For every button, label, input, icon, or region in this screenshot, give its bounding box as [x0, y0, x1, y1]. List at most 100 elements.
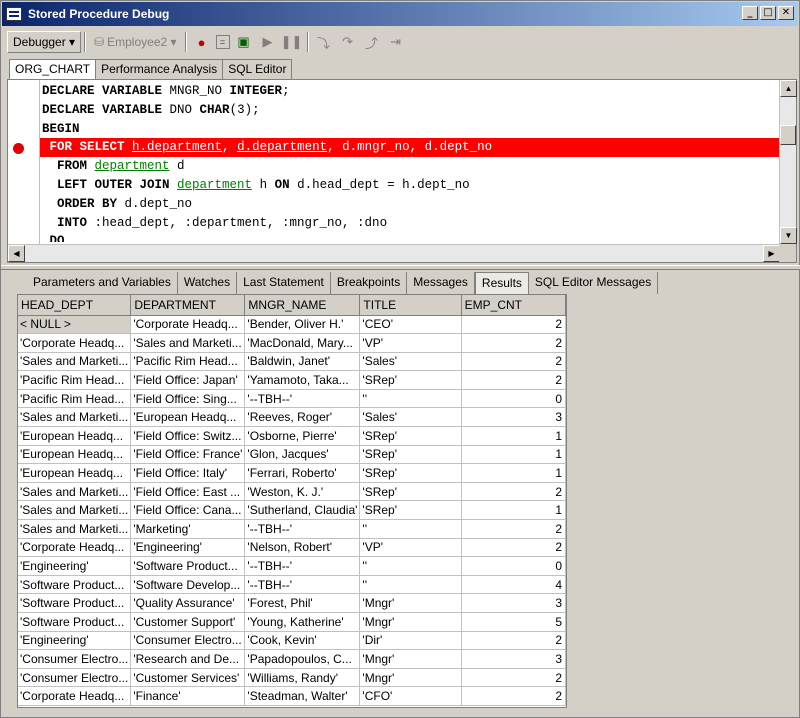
table-cell[interactable]: 'Field Office: East ...	[130, 482, 246, 502]
scroll-thumb[interactable]	[780, 125, 796, 145]
table-cell[interactable]: 'Nelson, Robert'	[244, 538, 361, 558]
table-row[interactable]: 'Pacific Rim Head... 'Field Office: Sing.…	[18, 389, 566, 409]
vertical-scrollbar[interactable]: ▲ ▼	[779, 80, 797, 244]
table-cell[interactable]: 'VP'	[359, 333, 462, 353]
column-header-title[interactable]: TITLE	[359, 295, 462, 316]
current-code-line[interactable]: FOR SELECT h.department, d.department, d…	[40, 138, 780, 158]
table-cell[interactable]: 2	[461, 333, 566, 353]
table-cell[interactable]: '--TBH--'	[244, 575, 361, 595]
table-cell[interactable]: 1	[461, 445, 566, 465]
table-cell[interactable]: 'Ferrari, Roberto'	[244, 463, 361, 483]
code-line[interactable]: DO	[40, 232, 780, 242]
table-row[interactable]: 'Sales and Marketi... 'Marketing' '--TBH--…	[18, 519, 566, 539]
tab-parameters-and-variables[interactable]: Parameters and Variables	[27, 272, 178, 294]
table-cell[interactable]: 'Sales and Marketi...	[18, 519, 132, 539]
table-cell[interactable]: 'SRep'	[359, 445, 462, 465]
table-row[interactable]: 'Software Product... 'Customer Support' 'Y…	[18, 612, 566, 632]
tab-results[interactable]: Results	[474, 272, 529, 294]
table-cell[interactable]: 'SRep'	[359, 482, 462, 502]
table-cell[interactable]: 'Corporate Headq...	[18, 538, 132, 558]
pane-splitter[interactable]	[1, 265, 800, 270]
scroll-down-icon[interactable]: ▼	[780, 227, 797, 244]
code-editor[interactable]: DECLARE VARIABLE MNGR_NO INTEGER; DECLARE…	[7, 79, 797, 263]
table-cell[interactable]: 'Engineering'	[18, 631, 132, 651]
step-into-icon[interactable]: ⤵	[314, 32, 334, 52]
run-icon[interactable]: ▶	[258, 32, 278, 52]
tab-sql-editor[interactable]: SQL Editor	[222, 59, 293, 79]
table-cell[interactable]: 'Pacific Rim Head...	[18, 370, 132, 390]
code-line[interactable]: BEGIN	[40, 120, 780, 139]
table-cell[interactable]: 'SRep'	[359, 500, 462, 521]
table-cell[interactable]: 'Sutherland, Claudia'	[244, 500, 361, 521]
table-cell[interactable]: 'European Headq...	[130, 407, 246, 428]
table-cell[interactable]: 'Pacific Rim Head...	[130, 352, 246, 372]
table-cell[interactable]: 'Corporate Headq...	[130, 315, 246, 335]
step-out-icon[interactable]: ⤴	[362, 32, 382, 52]
tab-sql-editor-messages[interactable]: SQL Editor Messages	[529, 272, 659, 294]
table-row[interactable]: 'Corporate Headq... 'Sales and Marketi...…	[18, 333, 566, 353]
code-line[interactable]: FROM department d	[40, 157, 780, 176]
column-header-emp-cnt[interactable]: EMP_CNT	[461, 295, 566, 316]
tab-last-statement[interactable]: Last Statement	[237, 272, 331, 294]
table-cell[interactable]: 'Research and De...	[130, 649, 246, 669]
table-row[interactable]: 'Corporate Headq... 'Finance' 'Steadman, W…	[18, 686, 566, 706]
pause-icon[interactable]: ❚❚	[281, 32, 303, 52]
table-cell[interactable]: 'Sales'	[359, 352, 462, 372]
table-cell[interactable]: 'Customer Support'	[130, 612, 246, 632]
table-cell[interactable]: 5	[461, 612, 566, 632]
table-cell[interactable]: 2	[461, 686, 566, 706]
code-line[interactable]: DECLARE VARIABLE DNO CHAR(3);	[40, 101, 780, 120]
table-cell[interactable]: 'Papadopoulos, C...	[244, 649, 361, 669]
table-cell[interactable]: 0	[461, 556, 566, 576]
table-row[interactable]: 'Software Product... 'Software Develop...…	[18, 575, 566, 595]
run-to-cursor-icon[interactable]: ▣	[234, 32, 254, 52]
table-cell[interactable]: 'Reeves, Roger'	[244, 407, 361, 428]
table-cell[interactable]: 'Dir'	[359, 631, 462, 651]
table-cell[interactable]: 'Corporate Headq...	[18, 333, 132, 353]
table-cell[interactable]: 1	[461, 463, 566, 483]
table-cell[interactable]: 'Software Develop...	[130, 575, 246, 595]
table-cell[interactable]: 'Engineering'	[18, 556, 132, 576]
table-row[interactable]: 'Consumer Electro... 'Customer Services' '…	[18, 668, 566, 688]
table-cell[interactable]: 'Software Product...	[18, 575, 132, 595]
table-cell[interactable]: 'Corporate Headq...	[18, 686, 132, 706]
table-cell[interactable]: 'SRep'	[359, 370, 462, 390]
table-cell[interactable]: 'Cook, Kevin'	[244, 631, 361, 651]
table-cell[interactable]: 'Pacific Rim Head...	[18, 389, 132, 409]
breakpoint-icon[interactable]	[13, 143, 24, 154]
table-cell[interactable]: 0	[461, 389, 566, 409]
table-cell[interactable]: ''	[359, 575, 462, 595]
horizontal-scrollbar[interactable]: ◀ ▶	[8, 244, 780, 262]
table-row[interactable]: 'European Headq... 'Field Office: Switz..…	[18, 426, 566, 446]
table-cell[interactable]: 'Software Product...	[130, 556, 246, 576]
table-cell[interactable]: 'Field Office: Japan'	[130, 370, 246, 390]
close-button[interactable]: ✕	[778, 6, 794, 20]
table-cell[interactable]: 'SRep'	[359, 463, 462, 483]
table-cell[interactable]: 'Field Office: Italy'	[130, 463, 246, 483]
scroll-left-icon[interactable]: ◀	[8, 245, 25, 262]
table-cell[interactable]: 1	[461, 500, 566, 521]
table-cell[interactable]: 'Field Office: Switz...	[130, 426, 246, 446]
table-cell[interactable]: 'Baldwin, Janet'	[244, 352, 361, 372]
results-grid[interactable]: HEAD_DEPT DEPARTMENT MNGR_NAME TITLE EMP_CNT…	[17, 294, 567, 708]
table-row[interactable]: 'Sales and Marketi... 'Field Office: East…	[18, 482, 566, 502]
table-cell[interactable]: 'Field Office: Cana...	[130, 500, 246, 521]
table-cell[interactable]: 3	[461, 407, 566, 428]
step-over-icon[interactable]: ↷	[338, 32, 358, 52]
table-cell[interactable]: 2	[461, 352, 566, 372]
table-cell[interactable]: 'Sales and Marketi...	[18, 500, 132, 521]
table-cell[interactable]: 'Finance'	[130, 686, 246, 706]
table-cell[interactable]: 'Field Office: France'	[130, 445, 246, 465]
table-cell[interactable]: 'CEO'	[359, 315, 462, 335]
table-row[interactable]: 'Sales and Marketi... 'Field Office: Cana…	[18, 500, 566, 521]
table-cell[interactable]: 2	[461, 519, 566, 539]
table-cell[interactable]: 'Consumer Electro...	[18, 668, 132, 688]
table-cell[interactable]: 'European Headq...	[18, 445, 132, 465]
table-cell[interactable]: '--TBH--'	[244, 519, 361, 539]
table-cell[interactable]: '--TBH--'	[244, 556, 361, 576]
table-row[interactable]: 'Engineering' 'Consumer Electro... 'Cook, …	[18, 631, 566, 651]
table-row[interactable]: 'Sales and Marketi... 'European Headq... '…	[18, 407, 566, 428]
table-row[interactable]: 'Sales and Marketi... 'Pacific Rim Head..…	[18, 352, 566, 372]
table-cell[interactable]: 'Osborne, Pierre'	[244, 426, 361, 446]
code-line[interactable]: LEFT OUTER JOIN department h ON d.head_d…	[40, 176, 780, 195]
